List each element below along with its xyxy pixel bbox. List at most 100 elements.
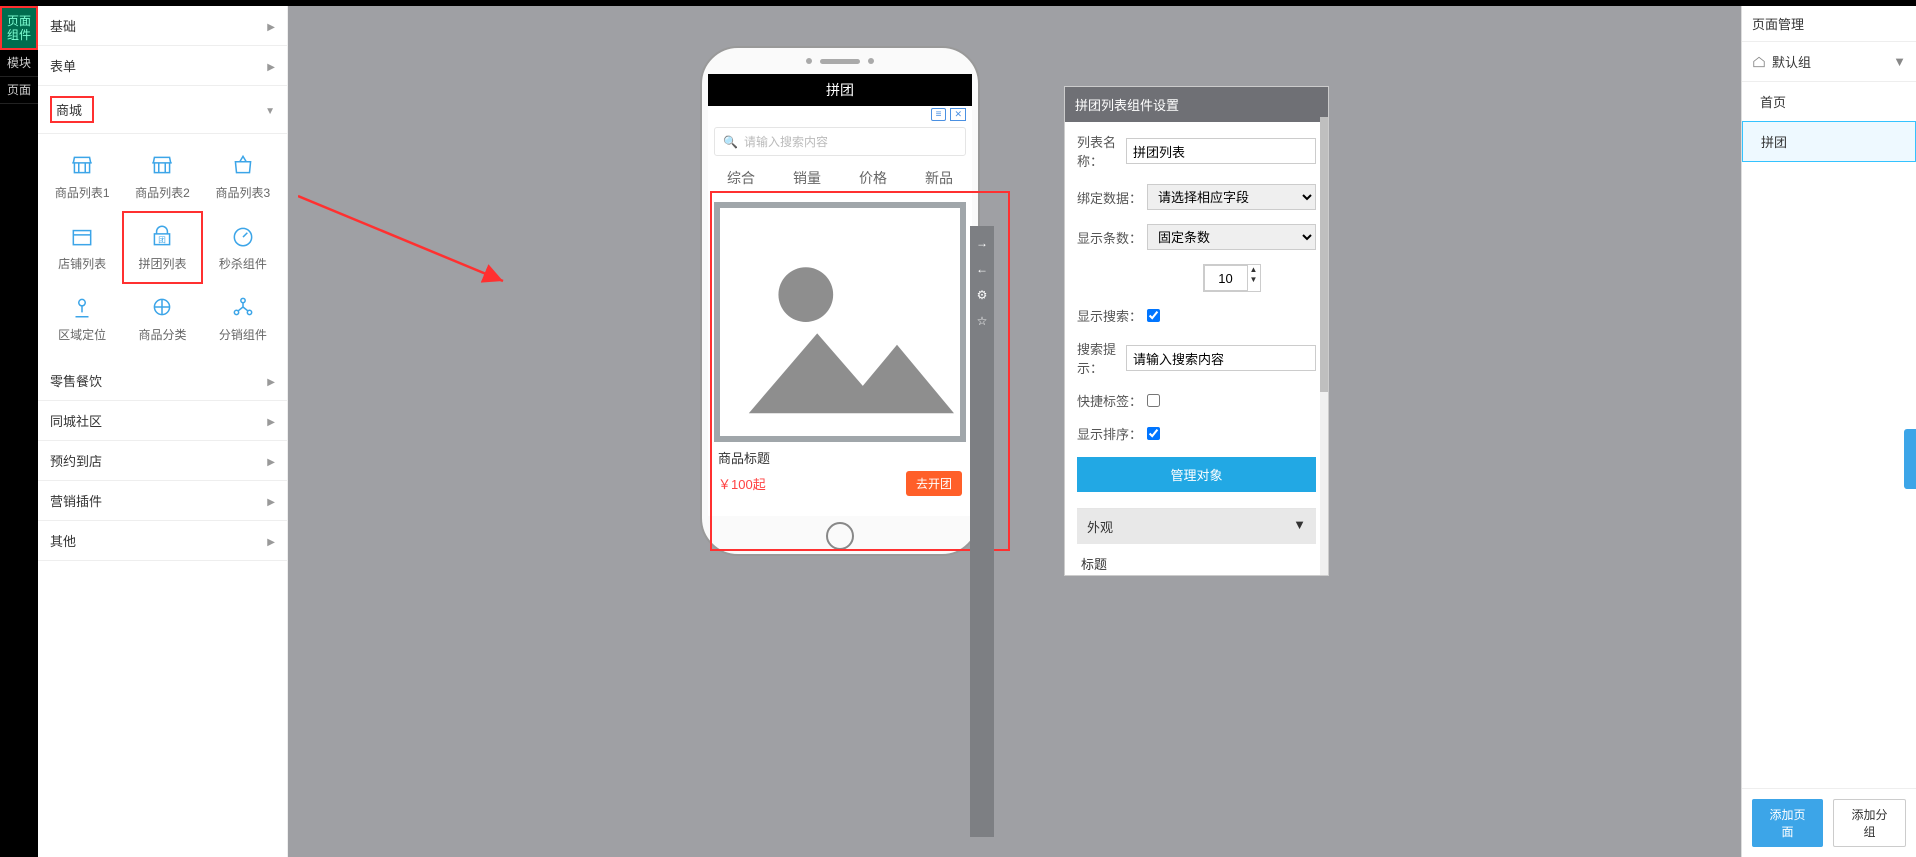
phone-search-input[interactable]: 🔍 请输入搜索内容 [714,127,966,156]
scrollbar-thumb[interactable] [1320,117,1328,392]
comp-area-locate[interactable]: 区域定位 [42,284,122,353]
select-bind-data[interactable]: 请选择相应字段 [1147,184,1316,210]
close-icon[interactable]: ✕ [950,108,966,121]
category-label: 其他 [50,531,76,550]
label-quick-tag: 快捷标签： [1077,391,1147,410]
category-basic[interactable]: 基础 [38,6,287,46]
page-item-groupbuy[interactable]: 拼团 [1742,121,1916,162]
tab-new[interactable]: 新品 [925,168,953,188]
input-count-value[interactable] [1204,265,1248,291]
comp-seckill[interactable]: 秒杀组件 [203,211,283,284]
left-tab-page-components[interactable]: 页面 组件 [0,6,38,50]
category-form[interactable]: 表单 [38,46,287,86]
category-other[interactable]: 其他 [38,521,287,561]
category-marketing[interactable]: 营销插件 [38,481,287,521]
tab-price[interactable]: 价格 [859,168,887,188]
phone-title: 拼团 [708,74,972,106]
left-tab-pages[interactable]: 页面 [0,77,38,104]
add-group-button[interactable]: 添加分组 [1833,799,1906,847]
appearance-title: 外观 [1087,517,1113,536]
label-show-sort: 显示排序： [1077,424,1147,443]
select-count-mode[interactable]: 固定条数 [1147,224,1316,250]
comp-label: 秒杀组件 [219,255,267,272]
category-label: 营销插件 [50,491,102,510]
appearance-header[interactable]: 外观 ▼ [1077,509,1316,544]
groupbuy-icon: 团 [149,223,175,249]
comp-product-list-3[interactable]: 商品列表3 [203,142,283,211]
page-group-label: 默认组 [1772,52,1811,71]
chevron-right-icon [267,58,275,73]
settings-header: 拼团列表组件设置 [1065,87,1328,122]
comp-product-category[interactable]: 商品分类 [122,284,202,353]
input-search-hint[interactable] [1126,345,1316,371]
comp-label: 商品分类 [138,326,186,343]
comp-product-list-1[interactable]: 商品列表1 [42,142,122,211]
label-count: 显示条数： [1077,228,1147,247]
left-tab-modules[interactable]: 模块 [0,50,38,77]
category-retail[interactable]: 零售餐饮 [38,361,287,401]
comp-product-list-2[interactable]: 商品列表2 [122,142,202,211]
product-title: 商品标题 [714,442,966,469]
checkbox-show-sort[interactable] [1147,427,1160,440]
stepper-up-icon[interactable]: ▲ [1248,265,1260,275]
svg-text:团: 团 [159,236,167,245]
product-card[interactable]: 商品标题 ￥100起 去开团 [714,202,966,502]
category-icon [149,294,175,320]
hamburger-icon[interactable]: ≡ [931,108,947,121]
toolbar-star-icon[interactable]: ☆ [977,314,988,328]
chevron-down-icon: ▼ [1293,517,1306,536]
tab-sales[interactable]: 销量 [793,168,821,188]
tab-default[interactable]: 综合 [727,168,755,188]
page-item-home[interactable]: 首页 [1742,82,1916,121]
input-list-name[interactable] [1126,138,1316,164]
page-group-default[interactable]: 默认组 ▼ [1742,42,1916,82]
chevron-down-icon: ▼ [1893,54,1906,69]
phone-sort-tabs: 综合 销量 价格 新品 [708,160,972,196]
toolbar-back-icon[interactable]: ← [976,262,988,276]
timer-icon [230,223,256,249]
category-mall[interactable]: 商城 [38,86,287,134]
checkbox-quick-tag[interactable] [1147,394,1160,407]
chevron-right-icon [267,373,275,388]
component-settings-panel: 拼团列表组件设置 列表名称： 绑定数据： 请选择相应字段 显示条数： 固定条数 [1064,86,1329,576]
comp-label: 商品列表3 [215,184,270,201]
settings-scrollbar[interactable] [1320,117,1328,575]
comp-groupbuy-list[interactable]: 团 拼团列表 [122,211,202,284]
right-edge-feedback-tab[interactable] [1904,429,1916,489]
canvas-side-toolbar: → ← ⚙ ☆ [970,226,994,837]
product-price: ￥100起 [718,474,766,493]
storefront-icon [149,152,175,178]
comp-label: 拼团列表 [138,255,186,272]
category-community[interactable]: 同城社区 [38,401,287,441]
category-label: 预约到店 [50,451,102,470]
comp-shop-list[interactable]: 店铺列表 [42,211,122,284]
toolbar-forward-icon[interactable]: → [976,236,988,250]
canvas-area: 拼团 ≡ ✕ 🔍 请输入搜索内容 综合 销量 价格 新品 [288,6,1741,857]
checkbox-show-search[interactable] [1147,309,1160,322]
comp-distribution[interactable]: 分销组件 [203,284,283,353]
comp-label: 店铺列表 [58,255,106,272]
label-bind-data: 绑定数据： [1077,188,1147,207]
category-booking[interactable]: 预约到店 [38,441,287,481]
chevron-down-icon [265,102,275,117]
annotation-arrow-2 [298,186,518,306]
search-icon: 🔍 [723,135,738,149]
phone-screen: 拼团 ≡ ✕ 🔍 请输入搜索内容 综合 销量 价格 新品 [708,74,972,516]
storefront-icon [69,152,95,178]
home-icon [1752,55,1766,69]
go-group-button[interactable]: 去开团 [906,471,962,496]
page-list: 首页 拼团 [1742,82,1916,788]
phone-speaker-icon [702,48,978,74]
label-show-search: 显示搜索： [1077,306,1147,325]
chevron-right-icon [267,453,275,468]
stepper-down-icon[interactable]: ▼ [1248,275,1260,285]
phone-search-placeholder: 请输入搜索内容 [744,133,828,150]
category-label: 商城 [50,96,94,123]
add-page-button[interactable]: 添加页面 [1752,799,1823,847]
manage-objects-button[interactable]: 管理对象 [1077,457,1316,492]
stepper-count[interactable]: ▲ ▼ [1203,264,1261,292]
component-grid: 商品列表1 商品列表2 商品列表3 店铺列表 团 拼团列表 秒杀组件 [38,134,287,361]
comp-label: 分销组件 [219,326,267,343]
toolbar-settings-icon[interactable]: ⚙ [977,288,988,302]
category-label: 同城社区 [50,411,102,430]
